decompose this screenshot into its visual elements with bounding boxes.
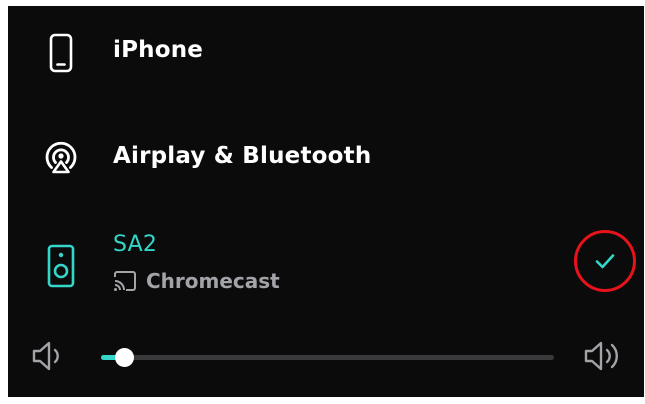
- device-item-airplay-bluetooth[interactable]: Airplay & Bluetooth: [8, 106, 644, 206]
- volume-slider[interactable]: [101, 348, 554, 367]
- device-item-sa2[interactable]: SA2 Chromecast: [8, 211, 644, 311]
- device-name-sa2: SA2: [113, 232, 158, 257]
- selected-check-button[interactable]: [574, 230, 636, 292]
- device-name-iphone: iPhone: [113, 37, 204, 63]
- device-name-airplay-bluetooth: Airplay & Bluetooth: [113, 143, 372, 169]
- device-type-label: Chromecast: [146, 269, 280, 293]
- speaker-icon: [47, 244, 75, 288]
- airplay-icon: [45, 141, 77, 174]
- device-item-iphone[interactable]: iPhone: [8, 6, 644, 101]
- phone-icon: [49, 33, 73, 73]
- device-picker-panel: iPhone Airplay & Bluetooth SA2 Chromecas…: [8, 6, 644, 397]
- check-icon: [595, 254, 615, 269]
- device-subtitle-sa2: Chromecast: [112, 269, 280, 293]
- volume-slider-thumb[interactable]: [115, 348, 134, 367]
- volume-high-icon[interactable]: [582, 339, 624, 373]
- volume-low-icon[interactable]: [30, 339, 66, 373]
- cast-icon: [114, 271, 136, 291]
